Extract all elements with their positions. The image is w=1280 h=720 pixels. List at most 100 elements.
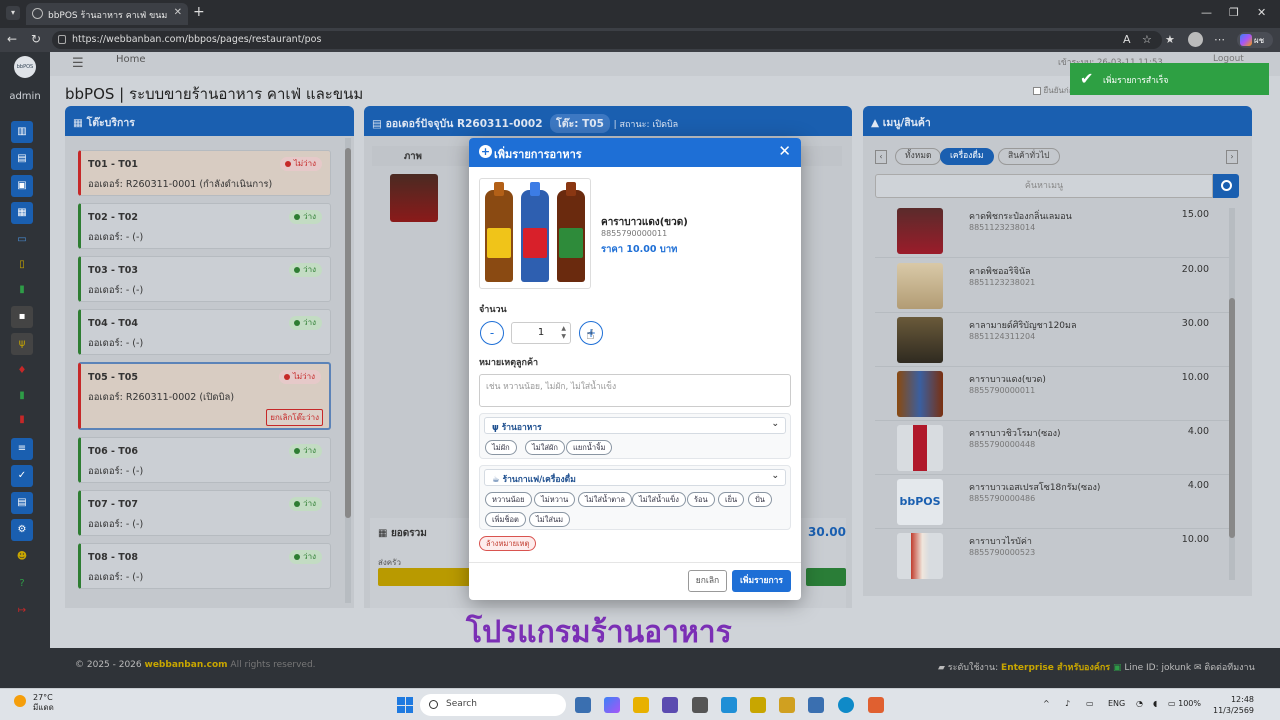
back-icon[interactable]: ← [7, 32, 17, 46]
note-chip[interactable]: ไม่หวาน [534, 492, 576, 507]
edge-icon[interactable] [838, 697, 854, 713]
mic-icon[interactable]: ♪ [1065, 699, 1070, 708]
note-chip[interactable]: เพิ่มช็อต [485, 512, 526, 527]
note-chip[interactable]: ไม่ใส่น้ำแข็ง [632, 492, 686, 507]
tab-actions-button[interactable]: ▾ [6, 6, 20, 20]
document-icon[interactable]: ▯ [11, 254, 33, 276]
utensils-icon[interactable]: ψ [11, 333, 33, 355]
folder-icon[interactable] [633, 697, 649, 713]
sun-icon[interactable] [14, 695, 26, 707]
scrollbar-thumb[interactable] [1229, 298, 1235, 538]
customer-note-textarea[interactable]: เช่น หวานน้อย, ไม่ผัก, ไม่ใส่น้ำแข็ง [479, 374, 791, 407]
table-card[interactable]: T02 - T02 ว่าง ออเดอร์: - (-) [78, 203, 331, 249]
notepad-icon[interactable] [808, 697, 824, 713]
store-icon[interactable]: ▦ [11, 202, 33, 224]
chart-icon[interactable]: ▮ [11, 279, 33, 301]
send-kitchen-button[interactable] [378, 568, 474, 586]
menu-item[interactable]: คาลามายด์ศิริบัญชา120มล 8851124311204 30… [875, 313, 1233, 367]
taskbar-search[interactable]: Search [420, 694, 566, 716]
add-item-button[interactable]: เพิ่มรายการ [732, 570, 791, 592]
close-window-button[interactable]: ✕ [1257, 6, 1266, 19]
app-icon[interactable] [779, 697, 795, 713]
clear-note-button[interactable]: ล้างหมายเหตุ [479, 536, 537, 551]
app-icon[interactable] [662, 697, 678, 713]
table-card-selected[interactable]: T05 - T05 ไม่ว่าง ออเดอร์: R260311-0002 … [78, 362, 331, 430]
table-card[interactable]: T07 - T07 ว่าง ออเดอร์: - (-) [78, 490, 331, 536]
menu-item[interactable]: คาดพิชกระป๋องกลิ่นเลมอน 8851123238014 15… [875, 204, 1233, 258]
table-card[interactable]: T01 - T01 ไม่ว่าง ออเดอร์: R260311-0001 … [78, 150, 331, 196]
table-card[interactable]: T04 - T04 ว่าง ออเดอร์: - (-) [78, 309, 331, 355]
table-card[interactable]: T06 - T06 ว่าง ออเดอร์: - (-) [78, 437, 331, 483]
menu-item[interactable]: คาราบาวชิวโรมา(ซอง) 8855790000448 4.00 [875, 421, 1233, 475]
volume-icon[interactable]: ◖ [1153, 699, 1157, 708]
tab-drinks[interactable]: เครื่องดื่ม [940, 148, 994, 165]
checkout-button[interactable] [806, 568, 846, 586]
menu-toggle-icon[interactable]: ☰ [72, 56, 84, 71]
menu-scrollbar[interactable] [1229, 208, 1235, 580]
cancel-button[interactable]: ยกเลิก [688, 570, 727, 592]
users-icon[interactable]: ☻ [11, 546, 33, 568]
note-chip[interactable]: ปั่น [748, 492, 772, 507]
note-chip[interactable]: ไม่ใส่ผัก [525, 440, 565, 455]
tab-general[interactable]: สินค้าทั่วไป [998, 148, 1060, 165]
clear-table-button[interactable]: ยกเลิกโต๊ะว่าง [266, 409, 323, 426]
quantity-input[interactable]: 1 ▲ ▼ [511, 322, 571, 344]
menu-item[interactable]: คาราบาวไรบัค่า 8855790000523 10.00 [875, 529, 1233, 583]
truck-icon[interactable]: ▣ [11, 175, 33, 197]
app-icon[interactable] [750, 697, 766, 713]
windows-start-icon[interactable] [397, 697, 413, 713]
tray-chevron-icon[interactable]: ^ [1043, 699, 1050, 708]
help-icon[interactable]: ? [11, 573, 33, 595]
pdf-icon[interactable]: ▮ [11, 409, 33, 431]
note-chip[interactable]: แยกน้ำจิ้ม [566, 440, 613, 455]
wifi-icon[interactable]: ◔ [1136, 699, 1143, 708]
favorite-icon[interactable]: ☆ [1142, 33, 1152, 46]
new-tab-button[interactable]: + [193, 4, 205, 20]
app-icon[interactable] [868, 697, 884, 713]
note-chip[interactable]: เย็น [718, 492, 745, 507]
search-icon[interactable] [1213, 174, 1239, 198]
tabs-next-icon[interactable]: › [1226, 150, 1238, 164]
menu-item[interactable]: คาราบาวแดง(ขวด) 8855790000011 10.00 [875, 367, 1233, 421]
logout-icon[interactable]: ↦ [11, 600, 33, 622]
restaurant-group-header[interactable]: ψ ร้านอาหาร ⌄ [484, 417, 786, 434]
shop-icon[interactable]: ▪ [11, 306, 33, 328]
table-card[interactable]: T03 - T03 ว่าง ออเดอร์: - (-) [78, 256, 331, 302]
decrease-button[interactable]: - [480, 321, 504, 345]
table-card[interactable]: T08 - T08 ว่าง ออเดอร์: - (-) [78, 543, 331, 589]
scrollbar-thumb[interactable] [345, 148, 351, 518]
menu-item[interactable]: คาดพิชออริจินัล 8851123238021 20.00 [875, 259, 1233, 313]
dashboard-icon[interactable]: ▥ [11, 121, 33, 143]
cafe-group-header[interactable]: ☕ ร้านกาแฟ/เครื่องดื่ม ⌄ [484, 469, 786, 486]
profile-avatar[interactable] [1188, 32, 1203, 47]
menu-search-input[interactable]: ค้นหาเมนู [875, 174, 1213, 198]
list-icon[interactable]: ≡ [11, 438, 33, 460]
battery-indicator[interactable]: ▭ 100% [1168, 699, 1201, 708]
display-icon[interactable]: ▭ [1086, 699, 1094, 708]
note-chip[interactable]: ไม่ใส่น้ำตาล [578, 492, 632, 507]
tables-scrollbar[interactable] [345, 138, 351, 603]
browser-tab[interactable]: bbPOS ร้านอาหาร คาเฟ่ ขนม ✕ [26, 3, 188, 25]
card-icon[interactable]: ▭ [11, 229, 33, 251]
contact-link[interactable]: ติดต่อทีมงาน [1204, 663, 1254, 673]
copilot-button[interactable]: ผช [1237, 32, 1273, 48]
more-icon[interactable]: ⋯ [1214, 33, 1225, 46]
maximize-button[interactable]: ❐ [1229, 6, 1239, 19]
refresh-icon[interactable]: ↻ [31, 32, 41, 46]
note-chip[interactable]: หวานน้อย [485, 492, 532, 507]
copilot-app-icon[interactable] [604, 697, 620, 713]
language-indicator[interactable]: ENG [1108, 699, 1125, 708]
checklist-icon[interactable]: ✓ [11, 465, 33, 487]
note-chip[interactable]: ไม่ใส่นม [529, 512, 571, 527]
box-icon[interactable]: ▤ [11, 148, 33, 170]
weather-widget[interactable]: 27°C มีแดด [33, 693, 54, 713]
app-icon[interactable] [721, 697, 737, 713]
favorites-bar-icon[interactable]: ★ [1165, 33, 1175, 46]
home-link[interactable]: Home [116, 54, 146, 65]
explorer-icon[interactable] [575, 697, 591, 713]
read-aloud-icon[interactable]: A [1123, 33, 1131, 46]
note-chip[interactable]: ไม่ผัก [485, 440, 517, 455]
settings-icon[interactable]: ⚙ [11, 519, 33, 541]
invoice-icon[interactable]: ▤ [11, 492, 33, 514]
note-chip[interactable]: ร้อน [687, 492, 715, 507]
